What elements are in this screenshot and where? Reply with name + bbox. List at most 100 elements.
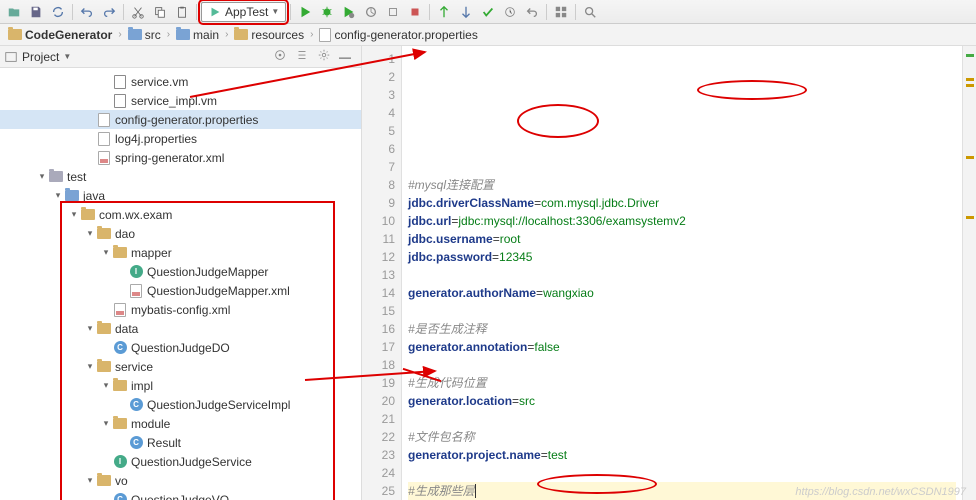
tree-node-label: com.wx.exam [99,208,172,222]
open-file-button[interactable] [4,2,24,22]
code-line[interactable] [408,266,956,284]
code-line[interactable] [408,464,956,482]
tree-arrow-icon: ▾ [100,418,112,429]
code-line[interactable]: jdbc.url=jdbc:mysql://localhost:3306/exa… [408,212,956,230]
tree-item[interactable]: IQuestionJudgeService [0,452,361,471]
search-button[interactable] [580,2,600,22]
code-line[interactable] [408,356,956,374]
tree-item[interactable]: CQuestionJudgeDO [0,338,361,357]
project-tree[interactable]: service.vmservice_impl.vmconfig-generato… [0,68,361,500]
run-configuration-dropdown[interactable]: AppTest ▼ [201,2,286,22]
tree-item[interactable]: ▾java [0,186,361,205]
tree-node-label: service [115,360,153,374]
tree-arrow-icon: ▾ [84,228,96,239]
tree-item[interactable]: config-generator.properties [0,110,361,129]
tree-item[interactable]: IQuestionJudgeMapper [0,262,361,281]
tree-arrow-icon: ▾ [100,247,112,258]
folder-icon [176,29,190,40]
tree-item[interactable]: CQuestionJudgeServiceImpl [0,395,361,414]
code-line[interactable]: #mysql连接配置 [408,176,956,194]
hide-button[interactable]: — [339,50,357,64]
tree-node-icon [112,245,128,261]
folder-icon [128,29,142,40]
tree-item[interactable]: ▾test [0,167,361,186]
structure-button[interactable] [551,2,571,22]
tree-node-label: QuestionJudgeMapper [147,265,268,279]
tree-item[interactable]: ▾module [0,414,361,433]
code-line[interactable]: jdbc.password=12345 [408,248,956,266]
annotation-ellipse [517,104,599,138]
tree-node-label: QuestionJudgeService [131,455,252,469]
tree-item[interactable]: mybatis-config.xml [0,300,361,319]
code-line[interactable]: generator.authorName=wangxiao [408,284,956,302]
crumb-4[interactable]: config-generator.properties [315,28,481,42]
tree-node-label: Result [147,436,181,450]
tree-node-icon: C [112,492,128,500]
history-button[interactable] [500,2,520,22]
tree-item[interactable]: service_impl.vm [0,91,361,110]
tree-item[interactable]: ▾mapper [0,243,361,262]
crumb-1[interactable]: src [124,28,165,42]
update-button[interactable] [456,2,476,22]
code-line[interactable]: jdbc.username=root [408,230,956,248]
code-line[interactable]: #是否生成注释 [408,320,956,338]
tree-item[interactable]: ▾service [0,357,361,376]
tree-node-icon: I [128,264,144,280]
chevron-down-icon: ▼ [271,7,279,16]
tree-item[interactable]: ▾data [0,319,361,338]
vcs-button[interactable] [434,2,454,22]
code-line[interactable]: jdbc.driverClassName=com.mysql.jdbc.Driv… [408,194,956,212]
profile-button[interactable] [361,2,381,22]
tree-item[interactable]: log4j.properties [0,129,361,148]
rollback-button[interactable] [522,2,542,22]
tree-item[interactable]: spring-generator.xml [0,148,361,167]
sync-button[interactable] [48,2,68,22]
right-gutter [962,46,976,500]
tree-item[interactable]: ▾com.wx.exam [0,205,361,224]
tree-node-label: QuestionJudgeServiceImpl [147,398,290,412]
tree-node-icon [112,302,128,318]
code-line[interactable] [408,302,956,320]
crumb-0[interactable]: CodeGenerator [4,28,116,42]
tree-item[interactable]: CQuestionJudgeVO [0,490,361,500]
redo-button[interactable] [99,2,119,22]
tree-item[interactable]: ▾impl [0,376,361,395]
code-line[interactable]: generator.location=src [408,392,956,410]
code-line[interactable] [408,410,956,428]
run-button[interactable] [295,2,315,22]
collapse-all-button[interactable] [273,48,291,65]
code-line[interactable]: generator.annotation=false [408,338,956,356]
code-line[interactable]: generator.project.name=test [408,446,956,464]
project-icon [4,50,18,64]
breadcrumbs: CodeGenerator › src › main › resources ›… [0,24,976,46]
tree-node-icon [112,93,128,109]
copy-button[interactable] [150,2,170,22]
tree-node-icon [112,378,128,394]
paste-button[interactable] [172,2,192,22]
code-area[interactable]: #mysql连接配置jdbc.driverClassName=com.mysql… [402,46,962,500]
cut-button[interactable] [128,2,148,22]
tree-node-icon [96,226,112,242]
tree-node-icon [96,112,112,128]
crumb-3[interactable]: resources [230,28,308,42]
settings-button[interactable] [317,48,335,65]
coverage-button[interactable] [339,2,359,22]
crumb-2[interactable]: main [172,28,223,42]
tree-item[interactable]: ▾vo [0,471,361,490]
undo-button[interactable] [77,2,97,22]
tree-item[interactable]: service.vm [0,72,361,91]
tree-node-icon [96,473,112,489]
run-config-icon [208,5,222,19]
tree-item[interactable]: ▾dao [0,224,361,243]
debug-button[interactable] [317,2,337,22]
save-button[interactable] [26,2,46,22]
code-line[interactable]: #生成代码位置 [408,374,956,392]
folder-icon [234,29,248,40]
stop-button[interactable] [405,2,425,22]
tree-item[interactable]: CResult [0,433,361,452]
code-line[interactable]: #文件包名称 [408,428,956,446]
expand-button[interactable] [295,48,313,65]
tree-item[interactable]: QuestionJudgeMapper.xml [0,281,361,300]
attach-button[interactable] [383,2,403,22]
commit-button[interactable] [478,2,498,22]
